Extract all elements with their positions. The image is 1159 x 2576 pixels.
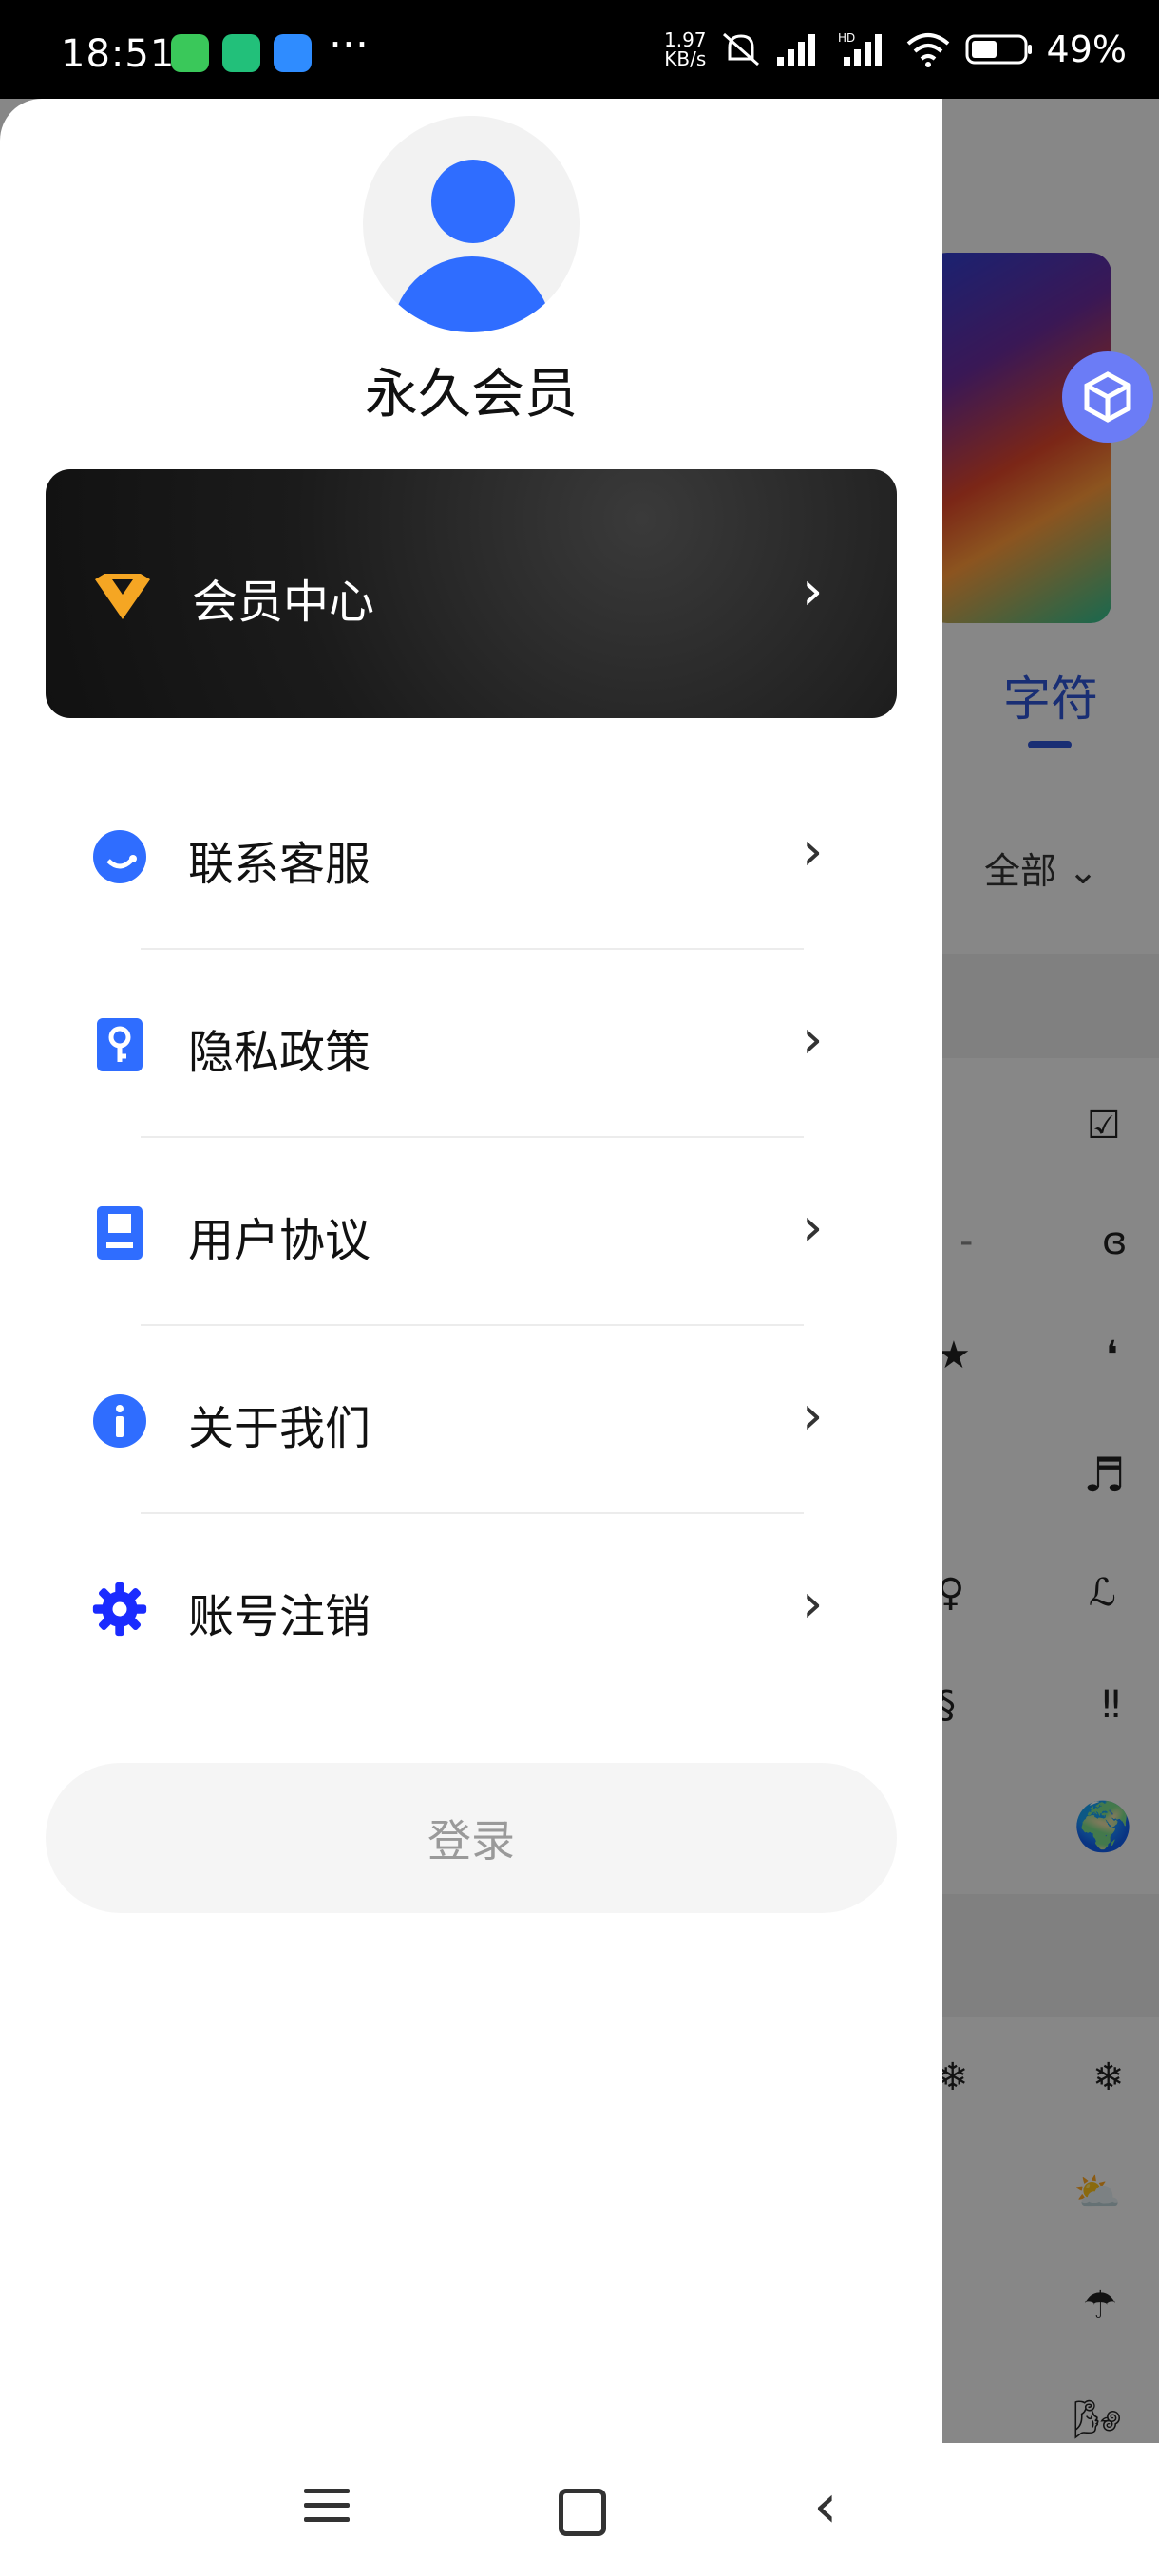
- login-button[interactable]: 登录: [46, 1763, 897, 1913]
- avatar-body-shape: [391, 256, 553, 332]
- battery-icon: [965, 34, 1032, 65]
- network-speed: 1.97 KB/s: [664, 28, 707, 70]
- menu-item-label: 隐私政策: [188, 1026, 371, 1079]
- menu-item-privacy-policy[interactable]: 隐私政策 ›: [46, 950, 897, 1138]
- system-navigation-bar: ‹: [0, 2443, 1159, 2576]
- hd-signal-icon: HD: [838, 31, 882, 66]
- cube-icon: [1084, 371, 1131, 423]
- back-chevron-icon[interactable]: ‹: [813, 2472, 838, 2542]
- navigation-drawer: 永久会员 会员中心 › 联系客服 › 隐私政策 › 用户协议 › 关于我们 › …: [0, 99, 942, 2443]
- status-time: 18:51: [61, 32, 176, 76]
- menu-item-label: 账号注销: [188, 1590, 371, 1643]
- info-icon: [91, 1392, 148, 1449]
- chevron-right-icon: ›: [802, 1385, 824, 1447]
- vip-center-label: 会员中心: [192, 576, 375, 629]
- menu-item-about-us[interactable]: 关于我们 ›: [46, 1326, 897, 1514]
- wifi-icon: [906, 33, 949, 67]
- username: 永久会员: [365, 364, 578, 426]
- sync-app-icon: [222, 34, 260, 72]
- chevron-right-icon: ›: [802, 1009, 824, 1070]
- mute-icon: [722, 32, 759, 66]
- floating-cube-button[interactable]: [1062, 351, 1153, 443]
- recents-menu-icon[interactable]: [304, 2489, 350, 2531]
- customer-service-icon: [91, 828, 148, 885]
- signal-icon: [776, 34, 815, 66]
- chevron-right-icon: ›: [802, 1573, 824, 1635]
- chevron-right-icon: ›: [802, 1197, 824, 1259]
- menu-item-user-agreement[interactable]: 用户协议 ›: [46, 1138, 897, 1326]
- agreement-doc-icon: [91, 1204, 148, 1261]
- avatar[interactable]: [363, 116, 580, 332]
- vip-center-card[interactable]: 会员中心 ›: [46, 469, 897, 718]
- chevron-right-icon: ›: [802, 560, 824, 622]
- menu-item-label: 关于我们: [188, 1402, 371, 1455]
- menu-item-contact-support[interactable]: 联系客服 ›: [46, 762, 897, 950]
- menu-item-label: 用户协议: [188, 1214, 371, 1267]
- svg-text:HD: HD: [838, 31, 855, 45]
- vip-diamond-icon: [95, 574, 150, 619]
- status-bar: 18:51 ··· 1.97 KB/s HD 49%: [0, 0, 1159, 112]
- chevron-right-icon: ›: [802, 821, 824, 882]
- android-app-icon: [274, 34, 312, 72]
- home-button-icon[interactable]: [559, 2489, 606, 2536]
- privacy-key-icon: [91, 1016, 148, 1073]
- battery-level: 49%: [1046, 28, 1127, 70]
- menu-item-label: 联系客服: [188, 838, 371, 891]
- menu-item-account-deletion[interactable]: 账号注销 ›: [46, 1514, 897, 1702]
- avatar-head-shape: [431, 160, 515, 243]
- gear-icon: [91, 1581, 148, 1638]
- more-notifications-icon: ···: [329, 21, 369, 69]
- messages-app-icon: [171, 34, 209, 72]
